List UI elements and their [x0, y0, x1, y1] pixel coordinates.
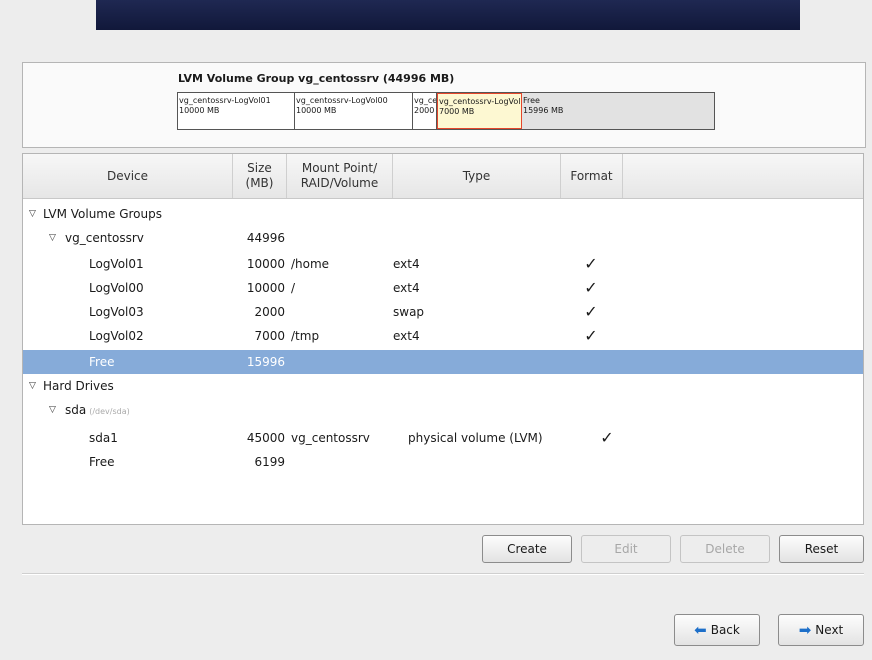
create-button[interactable]: Create — [482, 535, 572, 563]
edit-button[interactable]: Edit — [581, 535, 671, 563]
tree-row-logvol00[interactable]: LogVol00 10000 / ext4 ✓ — [23, 276, 863, 300]
next-button[interactable]: ➡ Next — [778, 614, 864, 646]
checkmark-icon: ✓ — [584, 326, 598, 345]
tree-row-sda[interactable]: ▽ sda (/dev/sda) — [23, 398, 863, 422]
segment-name: Free — [523, 96, 540, 105]
installer-banner — [96, 0, 800, 30]
tree-row-logvol03[interactable]: LogVol03 2000 swap ✓ — [23, 300, 863, 324]
tree-row-hard-drives[interactable]: ▽ Hard Drives — [23, 374, 863, 398]
checkmark-icon: ✓ — [584, 302, 598, 321]
checkmark-icon: ✓ — [584, 254, 598, 273]
column-header-size[interactable]: Size (MB) — [233, 154, 287, 198]
segment-logvol01[interactable]: vg_centossrv-LogVol01 10000 MB — [178, 93, 295, 129]
volume-group-title: LVM Volume Group vg_centossrv (44996 MB) — [178, 72, 455, 85]
column-header-type[interactable]: Type — [393, 154, 561, 198]
volume-group-bar: vg_centossrv-LogVol01 10000 MB vg_centos… — [177, 92, 715, 130]
segment-size: 2000 MB — [414, 106, 436, 115]
reset-button[interactable]: Reset — [779, 535, 864, 563]
tree-row-vg-free[interactable]: Free 15996 — [23, 350, 863, 374]
segment-logvol00[interactable]: vg_centossrv-LogVol00 10000 MB — [295, 93, 413, 129]
segment-logvol03[interactable]: vg_centossrv-LogVol03 2000 MB — [413, 93, 437, 129]
segment-free[interactable]: Free 15996 MB — [522, 93, 714, 129]
arrow-left-icon: ⬅ — [694, 620, 707, 639]
column-header-mount-point[interactable]: Mount Point/RAID/Volume — [287, 154, 393, 198]
tree-row-sda-free[interactable]: Free 6199 — [23, 450, 863, 474]
volume-group-panel: LVM Volume Group vg_centossrv (44996 MB)… — [22, 62, 866, 148]
arrow-right-icon: ➡ — [798, 620, 812, 639]
back-button[interactable]: ⬅ Back — [674, 614, 760, 646]
tree-header: Device Size (MB) Mount Point/RAID/Volume … — [23, 154, 863, 199]
column-header-format[interactable]: Format — [561, 154, 623, 198]
triangle-down-icon[interactable]: ▽ — [49, 398, 56, 422]
segment-size: 7000 MB — [439, 107, 475, 116]
delete-button[interactable]: Delete — [680, 535, 770, 563]
segment-logvol02[interactable]: vg_centossrv-LogVol02 7000 MB — [437, 93, 522, 129]
segment-size: 10000 MB — [179, 106, 220, 115]
tree-row-lvm-volume-groups[interactable]: ▽ LVM Volume Groups — [23, 202, 863, 226]
device-path-hint: (/dev/sda) — [89, 407, 130, 416]
segment-name: vg_centossrv-LogVol00 — [296, 96, 388, 105]
triangle-down-icon[interactable]: ▽ — [49, 226, 56, 250]
tree-row-sda1[interactable]: sda1 45000 vg_centossrv physical volume … — [23, 426, 863, 450]
column-header-device[interactable]: Device — [23, 154, 233, 198]
device-tree[interactable]: Device Size (MB) Mount Point/RAID/Volume … — [22, 153, 864, 525]
triangle-down-icon[interactable]: ▽ — [29, 374, 36, 398]
checkmark-icon: ✓ — [584, 278, 598, 297]
segment-size: 15996 MB — [523, 106, 564, 115]
tree-row-logvol02[interactable]: LogVol02 7000 /tmp ext4 ✓ — [23, 324, 863, 348]
segment-name: vg_centossrv-LogVol02 — [439, 97, 522, 106]
device-name: sda — [65, 403, 87, 417]
tree-row-vg-centossrv[interactable]: ▽ vg_centossrv 44996 — [23, 226, 863, 250]
segment-size: 10000 MB — [296, 106, 337, 115]
separator — [22, 573, 864, 575]
segment-name: vg_centossrv-LogVol01 — [179, 96, 271, 105]
segment-name: vg_centossrv-LogVol03 — [414, 96, 437, 105]
checkmark-icon: ✓ — [600, 428, 614, 447]
tree-row-logvol01[interactable]: LogVol01 10000 /home ext4 ✓ — [23, 252, 863, 276]
triangle-down-icon[interactable]: ▽ — [29, 202, 36, 226]
